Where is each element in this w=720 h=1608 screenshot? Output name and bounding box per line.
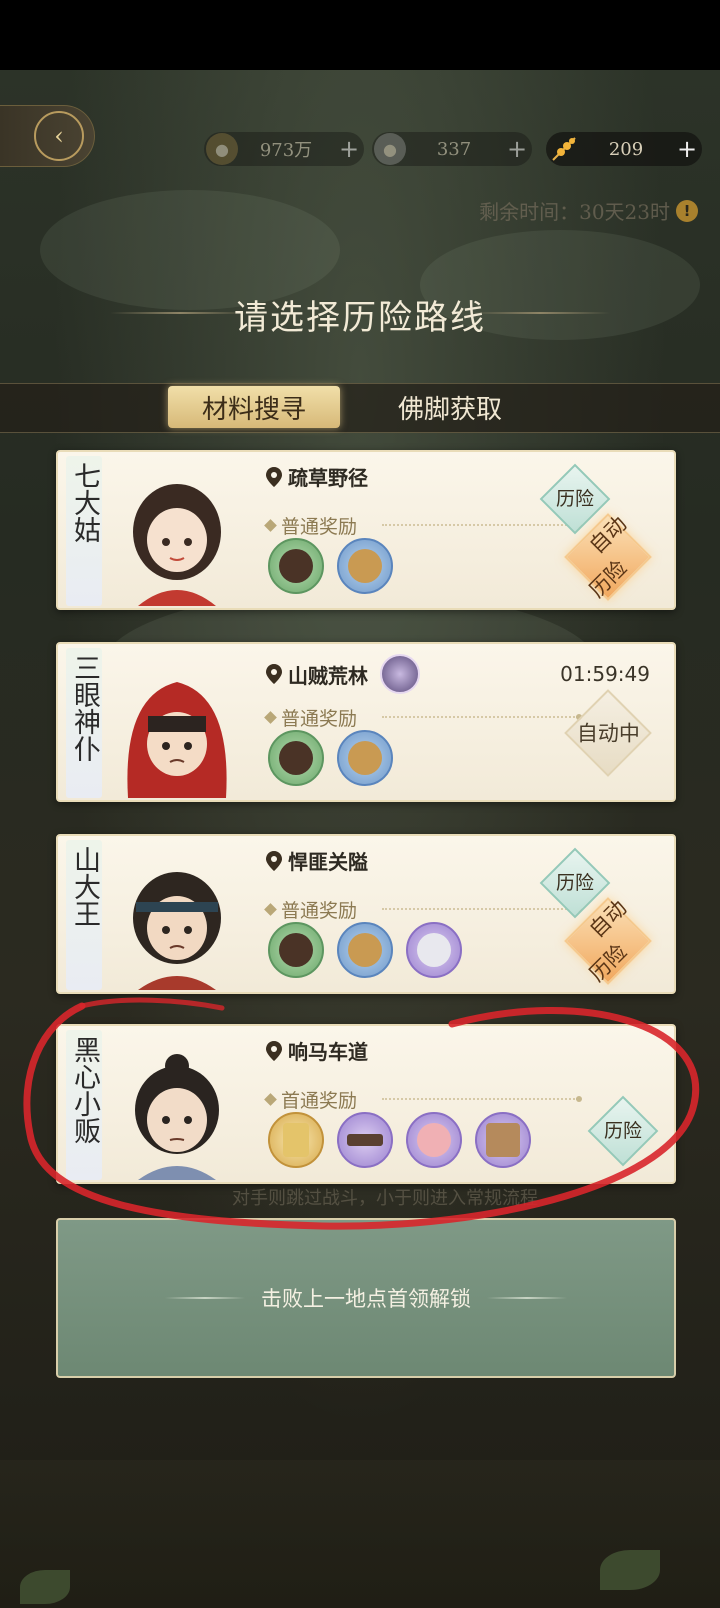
- reward-item-icon[interactable]: [268, 922, 324, 978]
- alert-icon: !: [676, 199, 698, 222]
- silver-counter: ● 337 +: [372, 132, 532, 166]
- reward-item-icon[interactable]: [268, 1112, 324, 1168]
- countdown-timer: 01:59:49: [560, 662, 650, 686]
- auto-label-line1: 自动: [584, 895, 632, 943]
- location-pin-icon: [266, 466, 282, 487]
- reward-label-text: 普通奖励: [281, 900, 358, 922]
- auto-in-progress-button[interactable]: 自动中: [564, 689, 652, 777]
- location-name: 山贼荒林: [288, 663, 368, 688]
- location-pin-icon: [266, 1040, 282, 1061]
- copper-coin-counter: ● 973万 +: [204, 132, 364, 166]
- location-pin-icon: [266, 850, 282, 871]
- route-location: 山贼荒林: [266, 654, 420, 694]
- location-pin-icon: [266, 664, 282, 684]
- back-arrow-icon: ‹: [34, 111, 84, 161]
- character-name: 黑心小贩: [66, 1030, 102, 1180]
- remaining-time: 剩余时间：30天23时 !: [479, 196, 698, 225]
- route-location: 悍匪关隘: [266, 846, 368, 875]
- reward-diamond-icon: [264, 1093, 277, 1106]
- reward-item-icon[interactable]: [406, 1112, 462, 1168]
- route-location: 响马车道: [266, 1036, 368, 1065]
- location-name: 疏草野径: [288, 466, 368, 490]
- reward-item-icon[interactable]: [337, 922, 393, 978]
- reward-item-icon[interactable]: [337, 1112, 393, 1168]
- reward-label: 普通奖励: [264, 896, 358, 923]
- reward-label-text: 普通奖励: [281, 516, 358, 538]
- location-name: 响马车道: [288, 1040, 368, 1064]
- reward-label: 首通奖励: [264, 1086, 358, 1113]
- add-skewer-button[interactable]: +: [672, 135, 702, 163]
- route-card-4[interactable]: 黑心小贩 响马车道 首通奖励 历险: [56, 1024, 676, 1184]
- adventure-button[interactable]: 历险: [587, 1095, 659, 1167]
- auto-status-label: 自动中: [576, 721, 640, 745]
- reward-item-icon[interactable]: [337, 730, 393, 786]
- tab-bar: [0, 383, 720, 433]
- auto-label-line2: 历险: [584, 555, 632, 603]
- location-name: 悍匪关隘: [288, 850, 368, 874]
- reward-label: 普通奖励: [264, 704, 358, 731]
- reward-item-icon[interactable]: [337, 538, 393, 594]
- remaining-time-label: 剩余时间：30天23时: [479, 200, 670, 224]
- route-card-3[interactable]: 山大王 悍匪关隘 普通奖励 历险 自动 历险: [56, 834, 676, 994]
- reward-item-icon[interactable]: [475, 1112, 531, 1168]
- reward-label-text: 首通奖励: [281, 1090, 358, 1112]
- back-button[interactable]: ‹: [0, 105, 95, 167]
- reward-divider: [382, 714, 582, 720]
- adventure-label: 历险: [555, 487, 595, 510]
- locked-divider-right: [487, 1297, 567, 1299]
- add-silver-button[interactable]: +: [502, 135, 532, 163]
- reward-item-icon[interactable]: [268, 730, 324, 786]
- reward-diamond-icon: [264, 519, 277, 532]
- boss-avatar-icon: [380, 654, 420, 694]
- character-name: 山大王: [66, 840, 102, 990]
- reward-diamond-icon: [264, 903, 277, 916]
- locked-divider-left: [165, 1297, 245, 1299]
- reward-items: [268, 1112, 531, 1168]
- route-card-1[interactable]: 七大姑 疏草野径 普通奖励 历险 自动 历险: [56, 450, 676, 610]
- add-coin-button[interactable]: +: [334, 135, 364, 163]
- reward-divider: [382, 522, 582, 528]
- tab-foot-obtain[interactable]: 佛脚获取: [380, 386, 520, 428]
- skewer-counter: 209 +: [546, 132, 702, 166]
- silver-icon: ●: [374, 133, 406, 165]
- hint-text: 对手则跳过战斗，小于则进入常规流程: [232, 1188, 538, 1209]
- reward-item-icon[interactable]: [268, 538, 324, 594]
- character-avatar: [127, 682, 227, 798]
- route-card-2[interactable]: 三眼神仆 山贼荒林 01:59:49 普通奖励 自动中: [56, 642, 676, 802]
- locked-route-card: 击败上一地点首领解锁: [56, 1218, 676, 1378]
- reward-items: [268, 538, 393, 594]
- auto-label-line2: 历险: [584, 939, 632, 987]
- adventure-label: 历险: [555, 871, 595, 894]
- status-bar: [0, 0, 720, 70]
- reward-label: 普通奖励: [264, 512, 358, 539]
- copper-coin-value: 973万: [259, 140, 313, 161]
- adventure-label: 历险: [603, 1119, 643, 1142]
- reward-diamond-icon: [264, 711, 277, 724]
- character-avatar: [135, 1054, 219, 1180]
- reward-items: [268, 730, 393, 786]
- title-divider-right: [470, 312, 610, 314]
- coin-icon: ●: [206, 133, 238, 165]
- character-name: 七大姑: [66, 456, 102, 606]
- page-title: 请选择历险路线: [234, 298, 486, 338]
- skewer-value: 209: [608, 138, 644, 160]
- route-location: 疏草野径: [266, 462, 368, 491]
- locked-text: 击败上一地点首领解锁: [261, 1287, 471, 1311]
- reward-items: [268, 922, 462, 978]
- reward-label-text: 普通奖励: [281, 708, 358, 730]
- reward-item-icon[interactable]: [406, 922, 462, 978]
- tab-material-search[interactable]: 材料搜寻: [168, 386, 340, 428]
- character-avatar: [133, 484, 221, 606]
- character-name: 三眼神仆: [66, 648, 102, 798]
- reward-divider: [382, 1096, 582, 1102]
- reward-divider: [382, 906, 582, 912]
- silver-value: 337: [436, 138, 472, 160]
- skewer-icon: [548, 133, 580, 165]
- auto-label-line1: 自动: [584, 511, 632, 559]
- character-avatar: [133, 872, 221, 990]
